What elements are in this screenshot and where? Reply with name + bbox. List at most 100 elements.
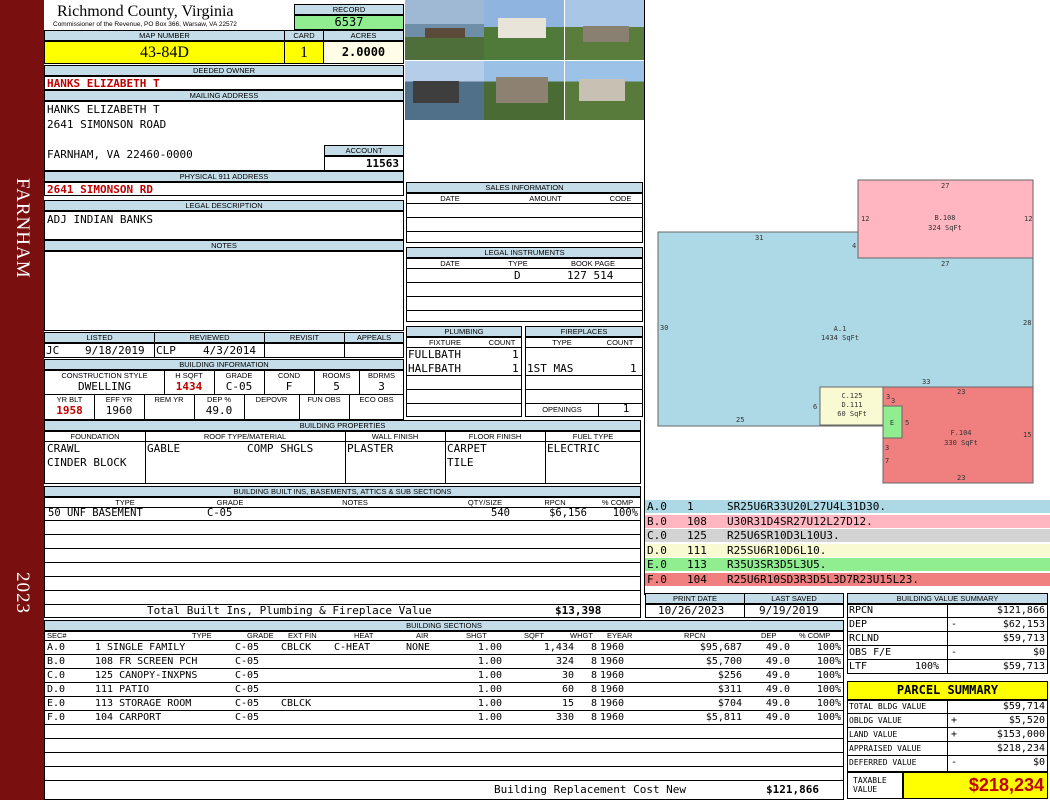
mailing-address-label: MAILING ADDRESS (44, 90, 404, 101)
listed-label: LISTED (44, 332, 155, 343)
section-type: 111 PATIO (95, 684, 150, 695)
section-comp: 100% (816, 642, 841, 653)
section-row: B.0 108 FR SCREEN PCH C-05 1.00 324 8 1960 $5,7… (44, 655, 844, 669)
section-rpcn: $95,687 (699, 642, 742, 653)
card-value: 1 (284, 41, 324, 64)
segment-desc: R35U3SR3D5L3U5. (727, 558, 827, 571)
mailing-line-1: HANKS ELIZABETH T (47, 103, 160, 116)
obldg-sign: + (951, 715, 958, 726)
sketch-a-l6: 6 (813, 403, 817, 411)
total-bldg-value: $59,714 (1002, 701, 1045, 712)
plumbing-fixture-label: FIXTURE (428, 338, 462, 347)
section-sec: C.0 (47, 670, 66, 681)
builtins-row-type: 50 UNF BASEMENT (48, 507, 143, 519)
bvs-ltf-pct: 100% (915, 661, 940, 672)
deeded-owner-box: HANKS ELIZABETH T (44, 76, 404, 90)
section-whgt: 8 (590, 670, 597, 681)
property-photo-1 (405, 0, 484, 60)
bvs-obs-label: OBS F/E (849, 647, 892, 658)
floor-finish-label: FLOOR FINISH (468, 432, 522, 441)
section-sqft: 30 (561, 670, 574, 681)
section-sec: F.0 (47, 712, 66, 723)
sec-rpcn-label: RPCN (684, 631, 706, 640)
section-dep: 49.0 (765, 698, 790, 709)
property-photo-3 (565, 0, 645, 60)
print-date-label: PRINT DATE (645, 593, 745, 604)
appeals-label: APPEALS (344, 332, 404, 343)
section-row (44, 767, 844, 781)
county-title: Richmond County, Virginia (57, 3, 234, 20)
fireplaces-box: TYPE COUNT 1ST MAS 1 OPENINGS 1 (525, 337, 643, 417)
deeded-owner-name: HANKS ELIZABETH T (47, 77, 160, 90)
deeded-owner-label: DEEDED OWNER (44, 65, 404, 76)
sec-whgt-label: WHGT (570, 631, 593, 640)
parcel-summary-title: PARCEL SUMMARY (847, 681, 1048, 700)
sec-air-label: AIR (416, 631, 429, 640)
last-saved-label: LAST SAVED (744, 593, 844, 604)
plumbing-fixture-1: FULLBATH (408, 348, 461, 361)
segment-desc: SR25U6R33U20L27U4L31D30. (727, 500, 886, 513)
hsqft-label: H SQFT (175, 371, 203, 380)
sections-total-value: $121,866 (766, 783, 819, 796)
rooms-label: ROOMS (322, 371, 351, 380)
bvs-rpcn-label: RPCN (849, 605, 874, 616)
builtins-row-comp: 100% (612, 507, 638, 519)
property-photo-6 (565, 61, 645, 120)
plumbing-label: PLUMBING (406, 326, 522, 337)
sketch-f-name: F.104 (950, 429, 971, 437)
roof-material: COMP SHGLS (247, 442, 314, 455)
fuel-type-label: FUEL TYPE (572, 432, 614, 441)
section-row: A.0 1 SINGLE FAMILY C-05 CBLCK C-HEAT NONE 1.0… (44, 641, 844, 655)
segment-code: 108 (687, 514, 707, 528)
section-row: F.0 104 CARPORT C-05 1.00 330 8 1960 $5,811 49.0… (44, 711, 844, 725)
section-sqft: 60 (561, 684, 574, 695)
sections-total-label: Building Replacement Cost New (494, 783, 687, 796)
segment-desc: U30R31D4SR27U12L27D12. (727, 514, 873, 528)
floor-finish-2: TILE (447, 456, 474, 469)
sketch-f-top: 23 (957, 388, 965, 396)
building-properties-box: FOUNDATION ROOF TYPE/MATERIAL WALL FINIS… (44, 431, 641, 484)
sketch-e-bottom: 3 (885, 444, 889, 452)
legal-date-label: DATE (440, 259, 460, 268)
segment-id: D.0 (647, 543, 667, 557)
yrblt-value: 1958 (56, 404, 83, 417)
sec-eyear-label: EYEAR (607, 631, 633, 640)
dep-pct-label: DEP % (206, 395, 232, 404)
legal-type-label: TYPE (508, 259, 528, 268)
bvs-dep-value: $62,153 (1002, 619, 1045, 630)
legal-instruments-box: DATE TYPE BOOK PAGE D 127 514 (406, 258, 643, 322)
fireplace-count-label: COUNT (606, 338, 634, 347)
sketch-a-name: A.1 (834, 325, 847, 333)
rooms-value: 5 (333, 380, 340, 393)
legal-description-label: LEGAL DESCRIPTION (44, 200, 404, 211)
mailing-line-2: 2641 SIMONSON ROAD (47, 118, 167, 131)
sales-code-label: CODE (609, 194, 632, 203)
section-row (44, 725, 844, 739)
building-info-box: CONSTRUCTION STYLE H SQFT GRADE COND ROO… (44, 370, 404, 420)
sketch-b-bottom: 27 (941, 260, 949, 268)
land-value: $153,000 (996, 729, 1045, 740)
effyr-label: EFF YR (105, 395, 133, 404)
section-dep: 49.0 (765, 712, 790, 723)
section-eyear: 1960 (600, 642, 625, 653)
sketch-f-bottom: 23 (957, 474, 965, 482)
section-sqft: 330 (555, 712, 574, 723)
section-comp: 100% (816, 712, 841, 723)
sketch-b-name: B.108 (934, 214, 955, 222)
segment-id: B.0 (647, 514, 667, 528)
building-sections-label: BUILDING SECTIONS (44, 620, 844, 631)
grade-label: GRADE (225, 371, 253, 380)
fireplace-type-label: TYPE (552, 338, 572, 347)
cond-label: COND (277, 371, 301, 380)
wall-finish: PLASTER (347, 442, 394, 455)
sketch-segment-row: A.0 1 SR25U6R33U20L27U4L31D30. (645, 500, 1050, 514)
section-comp: 100% (816, 684, 841, 695)
legal-description-value: ADJ INDIAN BANKS (47, 213, 153, 226)
builtins-notes-label: NOTES (342, 498, 368, 507)
sketch-f-sqft: 330 SqFt (944, 439, 978, 447)
section-shgt: 1.00 (477, 712, 502, 723)
segment-id: C.0 (647, 529, 667, 542)
sketch-b-top: 27 (941, 182, 949, 190)
record-label: RECORD (294, 4, 404, 15)
bvs-dep-label: DEP (849, 619, 868, 630)
